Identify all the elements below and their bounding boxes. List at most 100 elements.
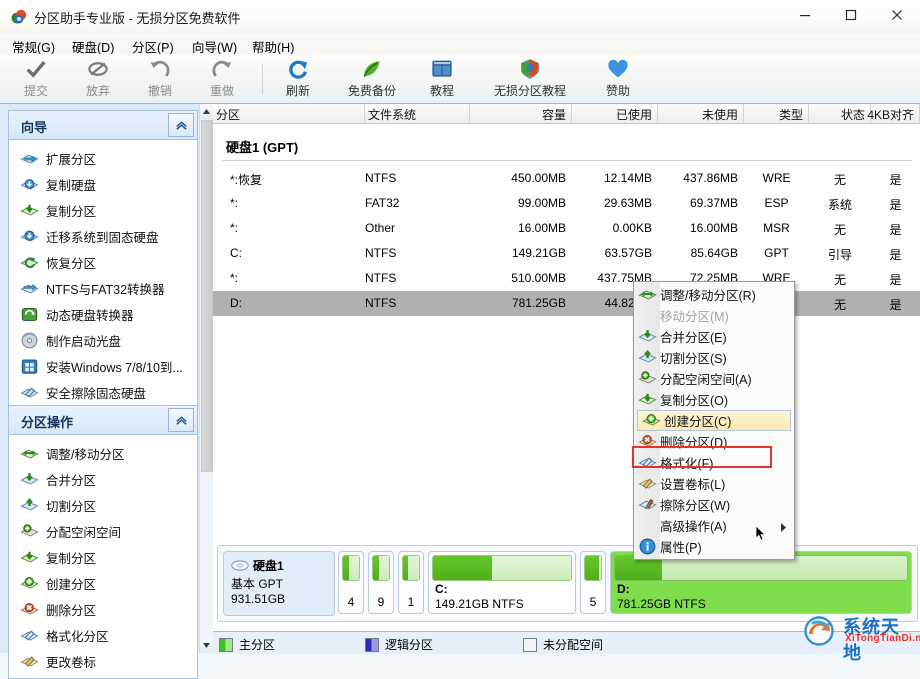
minimize-icon[interactable]: [782, 0, 828, 30]
column-header-8[interactable]: 4KB对齐: [871, 104, 920, 123]
table-row[interactable]: D:NTFS781.25GB44.82GB无是: [213, 291, 920, 316]
sidebar-item-extend-partition[interactable]: 扩展分区: [9, 145, 197, 171]
context-menu-item[interactable]: 复制分区(O): [634, 389, 794, 410]
maximize-icon[interactable]: [828, 0, 874, 30]
usage-bar-fill: [403, 556, 408, 580]
legend-item: 主分区: [219, 636, 275, 653]
disk-map-partition[interactable]: D:781.25GB NTFS: [610, 551, 912, 614]
context-menu-label: 高级操作(A): [660, 516, 727, 535]
context-menu-item[interactable]: 删除分区(D): [634, 431, 794, 452]
cell-partition: C:: [230, 246, 242, 260]
toolbar-undo[interactable]: 撤销: [136, 57, 184, 101]
sidebar-item-secure-erase[interactable]: 安全擦除固态硬盘: [9, 379, 197, 405]
table-row[interactable]: *:FAT3299.00MB29.63MB69.37MBESP系统是: [213, 191, 920, 216]
column-header-7[interactable]: 状态: [809, 104, 871, 123]
sidebar-item-label: 安装Windows 7/8/10到...: [46, 357, 183, 376]
disk-map-partition[interactable]: 9: [368, 551, 394, 614]
context-menu-item[interactable]: 格式化(F): [634, 452, 794, 473]
context-menu-item[interactable]: 高级操作(A): [634, 515, 794, 536]
chevron-up-icon[interactable]: [168, 408, 194, 432]
cell-unused: 69.37MB: [658, 196, 738, 210]
sidebar-item-copy-disk[interactable]: 复制硬盘: [9, 171, 197, 197]
column-header-1[interactable]: 分区: [213, 104, 365, 123]
disk-map-partition[interactable]: 5: [580, 551, 606, 614]
main-content: 分区文件系统容量已使用未使用类型状态4KB对齐 硬盘1 (GPT) *:恢复NT…: [213, 104, 920, 653]
sidebar-item-copy-partition[interactable]: 复制分区: [9, 544, 197, 570]
cell-used: 0.00KB: [572, 221, 652, 235]
column-header-4[interactable]: 已使用: [572, 104, 658, 123]
toolbar-redo[interactable]: 重做: [198, 57, 246, 101]
toolbar-backup[interactable]: 免费备份: [336, 57, 408, 101]
usage-bar-fill: [585, 556, 599, 580]
toolbar-heart[interactable]: 赞助: [594, 57, 642, 101]
table-row[interactable]: *:Other16.00MB0.00KB16.00MBMSR无是: [213, 216, 920, 241]
context-menu-item[interactable]: 设置卷标(L): [634, 473, 794, 494]
context-menu-item[interactable]: 分配空闲空间(A): [634, 368, 794, 389]
legend-label: 主分区: [239, 636, 275, 653]
sidebar-item-convert-dynamic[interactable]: 动态硬盘转换器: [9, 301, 197, 327]
column-header-6[interactable]: 类型: [744, 104, 809, 123]
sidebar-item-allocate-free-space[interactable]: 分配空闲空间: [9, 518, 197, 544]
toolbar-discard[interactable]: 放弃: [74, 57, 122, 101]
partition-context-menu[interactable]: 调整/移动分区(R)移动分区(M)合并分区(E)切割分区(S)分配空闲空间(A)…: [633, 281, 795, 560]
close-icon[interactable]: [874, 0, 920, 30]
table-row[interactable]: *:NTFS510.00MB437.75MB72.25MBWRE无是: [213, 266, 920, 291]
sidebar-item-resize-move[interactable]: 调整/移动分区: [9, 440, 197, 466]
table-row[interactable]: C:NTFS149.21GB63.57GB85.64GBGPT引导是: [213, 241, 920, 266]
scroll-down-icon[interactable]: [200, 638, 213, 653]
context-menu-item[interactable]: 创建分区(C): [637, 410, 791, 431]
sidebar-item-copy-partition[interactable]: 复制分区: [9, 197, 197, 223]
column-header-5[interactable]: 未使用: [658, 104, 744, 123]
context-menu-item[interactable]: 擦除分区(W): [634, 494, 794, 515]
backup-icon: [336, 57, 408, 81]
toolbar-book[interactable]: 教程: [418, 57, 466, 101]
sidebar-item-format[interactable]: 格式化分区: [9, 622, 197, 648]
copy-partition-icon: [20, 201, 39, 219]
context-menu-item[interactable]: 属性(P): [634, 536, 794, 557]
sidebar-item-recover-partition[interactable]: 恢复分区: [9, 249, 197, 275]
chevron-up-icon[interactable]: [168, 113, 194, 137]
cell-partition: D:: [230, 296, 242, 310]
menu-bar: 常规(G)硬盘(D)分区(P)向导(W)帮助(H): [0, 34, 920, 54]
no-icon: [634, 515, 660, 536]
windows-icon: [20, 357, 39, 375]
disk-map-partition[interactable]: C:149.21GB NTFS: [428, 551, 576, 614]
context-menu-item[interactable]: 合并分区(E): [634, 326, 794, 347]
sidebar-scrollbar[interactable]: [199, 104, 213, 653]
column-header-2[interactable]: 文件系统: [365, 104, 470, 123]
label-icon: [634, 473, 660, 494]
column-header-label: 分区: [216, 106, 240, 123]
copy-partition-icon: [634, 389, 660, 410]
toolbar-shield[interactable]: 无损分区教程: [478, 57, 582, 101]
sidebar-item-split[interactable]: 切割分区: [9, 492, 197, 518]
disk-map-partition[interactable]: 1: [398, 551, 424, 614]
context-menu-item[interactable]: 切割分区(S): [634, 347, 794, 368]
format-icon: [20, 626, 39, 644]
table-row[interactable]: *:恢复NTFS450.00MB12.14MB437.86MBWRE无是: [213, 166, 920, 191]
sidebar-item-merge[interactable]: 合并分区: [9, 466, 197, 492]
sidebar-item-bootable-cd[interactable]: 制作启动光盘: [9, 327, 197, 353]
toolbar-separator: [262, 64, 263, 94]
disk-group-divider: [222, 160, 912, 161]
sidebar-item-create-partition[interactable]: 创建分区: [9, 570, 197, 596]
cell-partition: *:: [230, 271, 238, 285]
panel-header: 分区操作: [9, 406, 197, 435]
disk-info-box[interactable]: 硬盘1 基本 GPT 931.51GB: [223, 551, 335, 616]
toolbar-check[interactable]: 提交: [12, 57, 60, 101]
scroll-up-icon[interactable]: [200, 104, 213, 119]
sidebar-item-windows[interactable]: 安装Windows 7/8/10到...: [9, 353, 197, 379]
column-header-label: 类型: [779, 106, 803, 123]
column-header-label: 4KB对齐: [867, 106, 914, 123]
column-header-3[interactable]: 容量: [470, 104, 572, 123]
sidebar-item-label[interactable]: 更改卷标: [9, 648, 197, 674]
toolbar-refresh[interactable]: 刷新: [274, 57, 322, 101]
cell-aligned: 是: [871, 221, 920, 238]
sidebar-item-convert-fs[interactable]: NTFS与FAT32转换器: [9, 275, 197, 301]
sidebar-item-migrate-os[interactable]: 迁移系统到固态硬盘: [9, 223, 197, 249]
cell-status: 无: [809, 221, 871, 238]
partition-size: 149.21GB NTFS: [435, 597, 524, 611]
sidebar-item-delete-partition[interactable]: 删除分区: [9, 596, 197, 622]
disk-map-partition[interactable]: 4: [338, 551, 364, 614]
context-menu-item[interactable]: 调整/移动分区(R): [634, 284, 794, 305]
partition-index: 9: [369, 595, 393, 609]
